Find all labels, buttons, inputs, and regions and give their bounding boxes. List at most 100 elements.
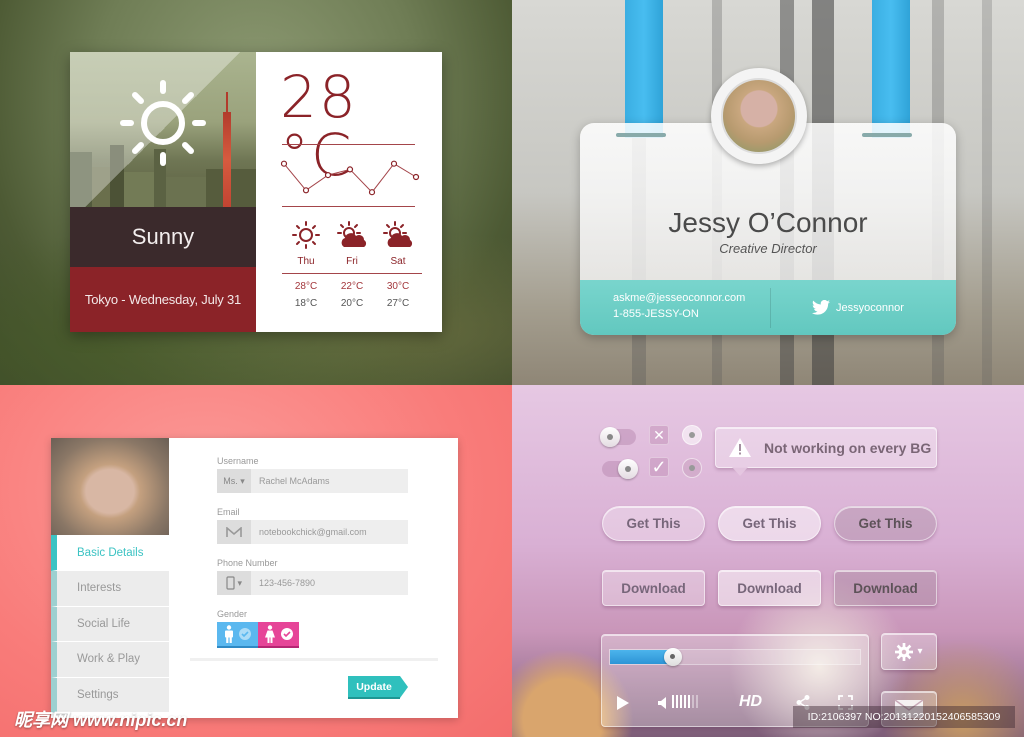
forecast-day-label: Fri: [328, 256, 376, 274]
mail-icon: [217, 520, 251, 544]
sidebar-item-work-play[interactable]: Work & Play: [51, 642, 169, 678]
badge-phone: 1-855-JESSY-ON: [613, 308, 699, 320]
forecast-high: 30°C: [386, 281, 410, 292]
x-icon: ✕: [653, 426, 665, 443]
gender-female-option[interactable]: [258, 622, 299, 648]
twitter-link[interactable]: Jessyoconnor: [812, 300, 904, 315]
check-circle-icon: [281, 628, 293, 640]
profile-form-card: Basic Details Interests Social Life Work & …: [51, 438, 458, 718]
weather-condition: Sunny: [70, 207, 256, 267]
gender-label: Gender: [217, 609, 248, 619]
location-date: Tokyo - Wednesday, July 31: [70, 267, 256, 332]
title-select-value: Ms.: [223, 476, 238, 486]
weather-hero: Sunny Tokyo - Wednesday, July 31: [70, 52, 256, 332]
avatar-frame: [711, 68, 807, 164]
mobile-phone-icon: [226, 576, 235, 590]
checkbox-checked[interactable]: ✓: [649, 457, 669, 477]
divider: [282, 206, 415, 207]
settings-dropdown-button[interactable]: ▾: [881, 633, 937, 670]
seek-bar[interactable]: [609, 648, 861, 666]
twitter-handle: Jessyoconnor: [836, 301, 904, 314]
city-photo: [70, 52, 256, 207]
weather-details: 28 °C Thu 28°C 18°C Fri 22°C 20°C Sat 30°C 27°C: [256, 52, 442, 332]
badge-job-title: Creative Director: [719, 241, 817, 256]
username-input[interactable]: Rachel McAdams: [251, 469, 330, 493]
twitter-bird-icon: [812, 300, 830, 315]
email-label: Email: [217, 507, 240, 517]
phone-type-select[interactable]: ▾: [217, 571, 251, 595]
image-id-watermark: ID:2106397 NO:20131220152406585309: [793, 706, 1015, 728]
get-this-button-pressed[interactable]: Get This: [834, 506, 937, 541]
toggle-switch-off[interactable]: [600, 427, 636, 447]
phone-field[interactable]: ▾ 123-456-7890: [217, 571, 408, 595]
download-button-pressed[interactable]: Download: [834, 570, 937, 606]
divider: [190, 658, 438, 661]
strap-slot: [616, 133, 666, 137]
email-input[interactable]: notebookchick@gmail.com: [251, 520, 367, 544]
seek-handle[interactable]: [663, 648, 682, 666]
badge-contact-bar: askme@jesseoconnor.com 1-855-JESSY-ON Je…: [580, 280, 956, 335]
temperature-trend-chart: [280, 160, 420, 196]
basic-details-form: Username Ms. ▾ Rachel McAdams Email note…: [217, 456, 408, 648]
forecast-day: Sat 30°C 27°C: [374, 220, 422, 309]
radio-button-selected[interactable]: [682, 458, 702, 478]
warning-triangle-icon: [729, 438, 751, 457]
volume-icon[interactable]: [657, 696, 667, 710]
check-circle-icon: [239, 628, 251, 640]
gender-male-option[interactable]: [217, 622, 258, 648]
phone-label: Phone Number: [217, 558, 278, 568]
checkbox-x[interactable]: ✕: [649, 425, 669, 445]
sidebar-item-interests[interactable]: Interests: [51, 571, 169, 607]
badge-email-link[interactable]: askme@jesseoconnor.com: [613, 292, 745, 304]
play-icon[interactable]: [616, 695, 630, 711]
profile-sidebar-nav: Basic Details Interests Social Life Work & …: [51, 535, 169, 713]
trend-point: [324, 172, 332, 179]
download-button-hover[interactable]: Download: [718, 570, 821, 606]
forecast-low: 27°C: [386, 298, 410, 309]
email-field[interactable]: notebookchick@gmail.com: [217, 520, 408, 544]
update-button[interactable]: Update: [348, 676, 408, 699]
volume-bar: [692, 695, 694, 708]
hd-toggle[interactable]: HD: [739, 693, 762, 711]
volume-level[interactable]: [672, 695, 698, 708]
forecast-high: 22°C: [340, 281, 364, 292]
title-select[interactable]: Ms. ▾: [217, 469, 251, 493]
tree-trunk: [982, 0, 992, 385]
female-icon: [265, 625, 275, 643]
divider: [282, 144, 415, 145]
username-field[interactable]: Ms. ▾ Rachel McAdams: [217, 469, 408, 493]
trend-point: [368, 189, 376, 196]
partly-cloudy-icon: [336, 220, 368, 250]
trend-point: [346, 166, 354, 173]
site-watermark: 昵享网 www.nipic.cn: [14, 710, 188, 730]
weather-widget: Sunny Tokyo - Wednesday, July 31 28 °C T…: [70, 52, 442, 332]
toggle-switch-on[interactable]: [602, 459, 638, 479]
sun-icon: [290, 220, 322, 250]
chevron-down-icon: ▾: [917, 646, 923, 657]
get-this-button-hover[interactable]: Get This: [718, 506, 821, 541]
get-this-button[interactable]: Get This: [602, 506, 705, 541]
toggle-knob: [618, 459, 638, 479]
trend-point: [412, 173, 420, 181]
volume-bar: [696, 695, 698, 708]
trend-point: [390, 160, 398, 167]
profile-photo: [51, 438, 169, 535]
volume-bar: [672, 695, 674, 708]
male-icon: [225, 625, 233, 643]
trend-point: [302, 187, 310, 194]
trend-point: [280, 160, 288, 167]
sidebar-item-basic-details[interactable]: Basic Details: [51, 535, 169, 571]
sidebar-item-social-life[interactable]: Social Life: [51, 606, 169, 642]
phone-input[interactable]: 123-456-7890: [251, 571, 315, 595]
radio-button-unselected[interactable]: [682, 425, 702, 445]
download-button[interactable]: Download: [602, 570, 705, 606]
strap-slot: [862, 133, 912, 137]
avatar: [721, 78, 797, 154]
forecast-low: 20°C: [340, 298, 364, 309]
badge-name: Jessy O’Connor: [668, 207, 868, 238]
volume-bar: [676, 695, 678, 708]
forecast-high: 28°C: [294, 281, 318, 292]
checkmark-icon: ✓: [651, 456, 667, 477]
sun-icon: [120, 80, 206, 166]
chevron-down-icon: ▾: [237, 577, 243, 588]
